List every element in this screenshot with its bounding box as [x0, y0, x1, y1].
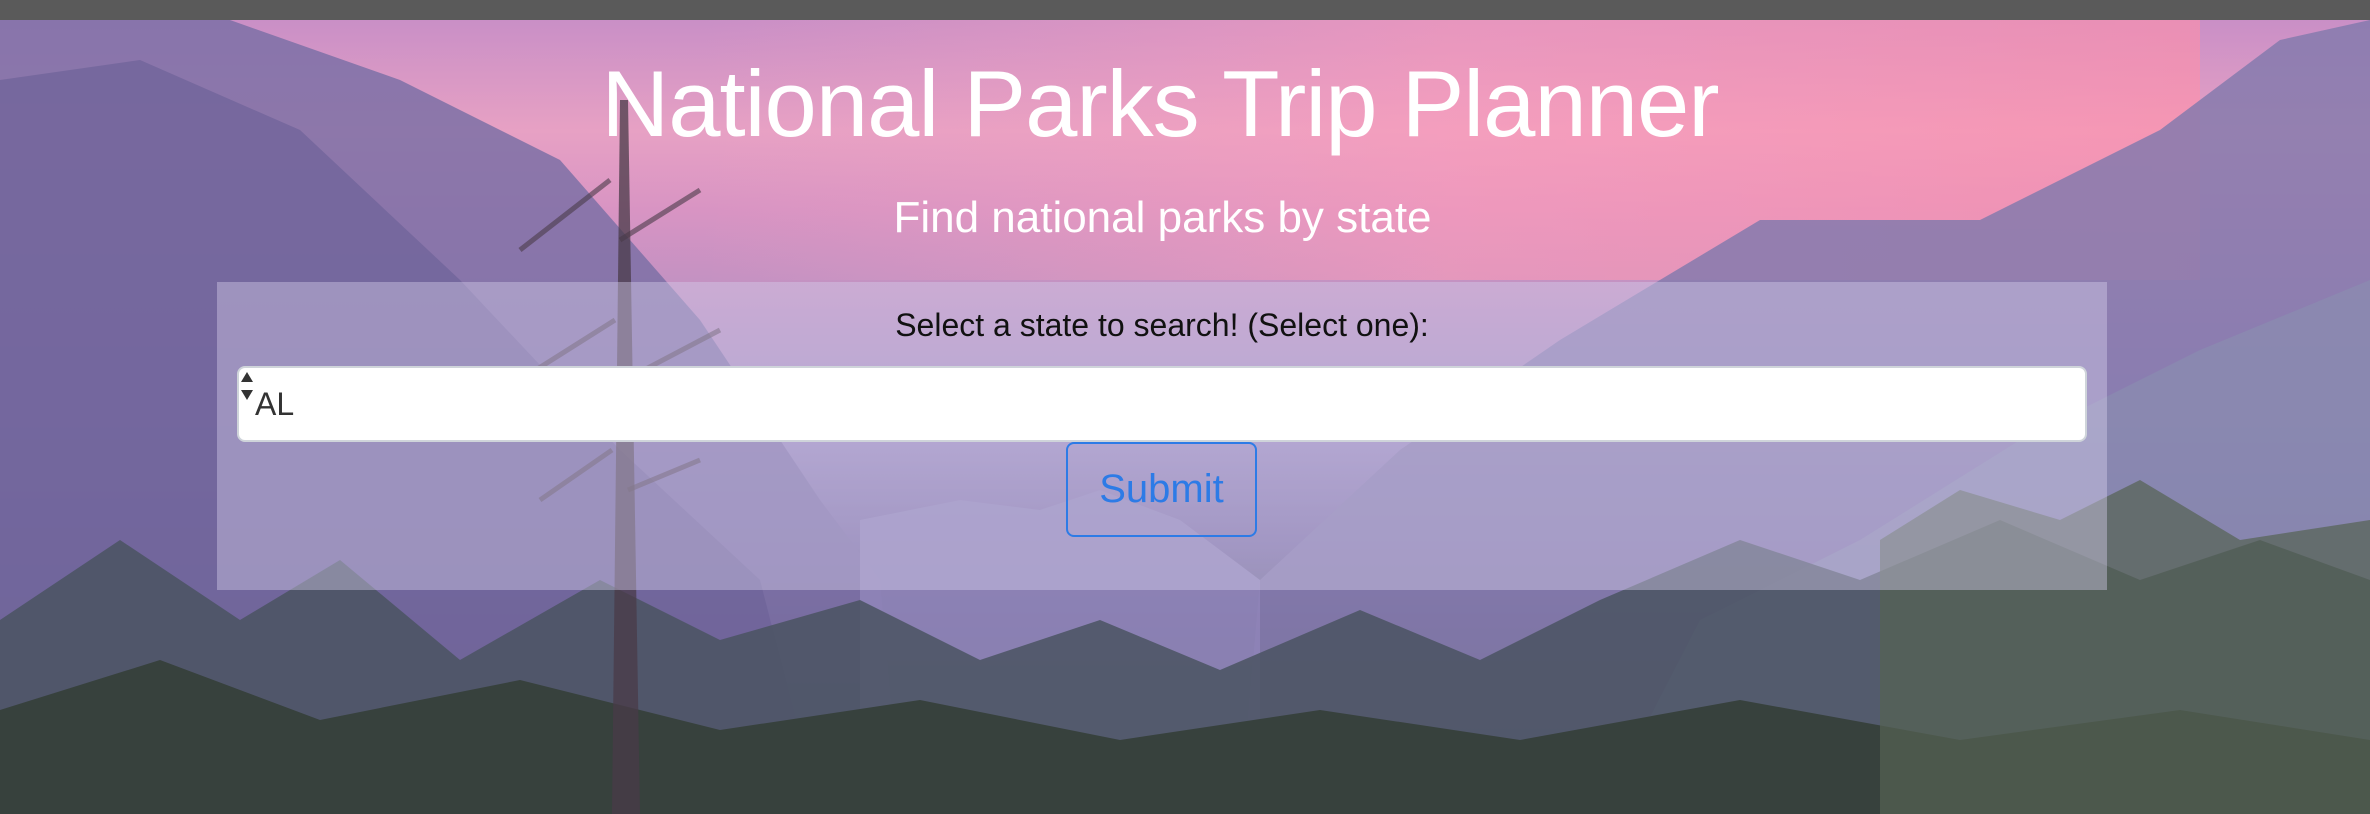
search-form-panel: Select a state to search! (Select one): … — [217, 282, 2107, 590]
state-select-value: AL — [255, 385, 295, 422]
state-select[interactable]: AL — [237, 366, 2087, 442]
page-title: National Parks Trip Planner — [601, 51, 1719, 156]
chevron-up-down-icon — [241, 372, 253, 400]
background-scene: National Parks Trip Planner Find nationa… — [0, 20, 2370, 814]
page-subtitle: Find national parks by state — [893, 193, 1432, 242]
window-top-strip — [0, 0, 2370, 20]
submit-button[interactable]: Submit — [1066, 442, 1257, 537]
state-select-label: Select a state to search! (Select one): — [895, 307, 1429, 343]
